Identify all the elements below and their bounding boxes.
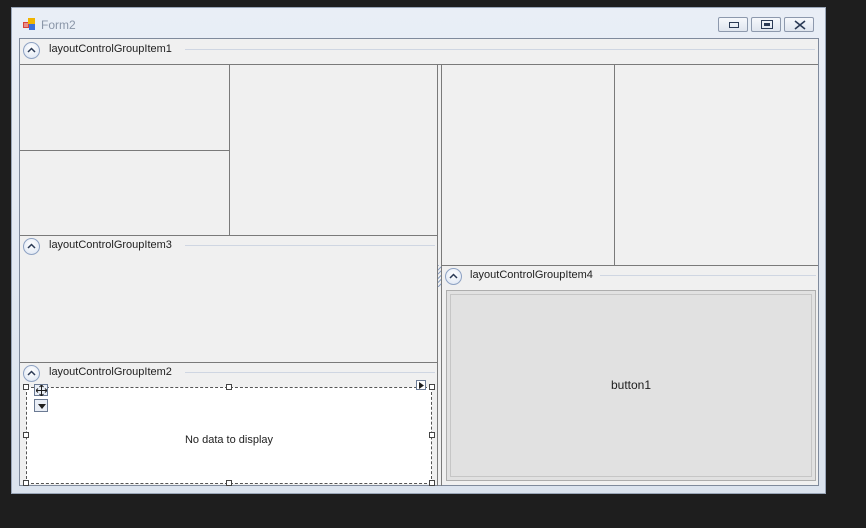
group-divider	[600, 275, 816, 276]
resize-handle[interactable]	[23, 432, 29, 438]
divider	[614, 65, 615, 265]
move-handle-icon[interactable]	[34, 384, 48, 396]
resize-handle[interactable]	[429, 480, 435, 486]
resize-handle[interactable]	[429, 432, 435, 438]
minimize-button[interactable]	[718, 17, 748, 32]
window-title: Form2	[41, 18, 76, 32]
group3-title: layoutControlGroupItem3	[49, 239, 172, 251]
grid-control[interactable]: No data to display	[26, 387, 432, 484]
resize-handle[interactable]	[23, 384, 29, 390]
layout-control: layoutControlGroupItem1 layoutControlGro…	[19, 38, 819, 486]
title-bar[interactable]: Form2	[12, 8, 825, 38]
group2-title: layoutControlGroupItem2	[49, 366, 172, 378]
maximize-button[interactable]	[751, 17, 781, 32]
group-divider	[185, 372, 435, 373]
resize-handle[interactable]	[23, 480, 29, 486]
group2-header[interactable]: layoutControlGroupItem2	[20, 362, 437, 386]
grid-empty-text: No data to display	[184, 434, 274, 446]
group4-title: layoutControlGroupItem4	[470, 269, 593, 281]
resize-handle[interactable]	[226, 480, 232, 486]
group-divider	[185, 49, 815, 50]
group4-header[interactable]: layoutControlGroupItem4	[442, 265, 818, 289]
divider	[229, 65, 230, 235]
divider	[20, 150, 229, 151]
button1[interactable]: button1	[446, 290, 816, 481]
collapse-icon[interactable]	[445, 268, 462, 285]
close-button[interactable]	[784, 17, 814, 32]
group1-title: layoutControlGroupItem1	[49, 43, 172, 55]
divider	[20, 64, 818, 65]
group3-header[interactable]: layoutControlGroupItem3	[20, 235, 437, 259]
collapse-icon[interactable]	[23, 42, 40, 59]
form-window: Form2 layoutControlGroupItem1 layoutCont…	[11, 7, 826, 494]
app-icon	[23, 18, 35, 30]
button1-label: button1	[610, 378, 652, 392]
group-divider	[185, 245, 435, 246]
smart-tag-arrow-icon[interactable]	[416, 380, 426, 390]
collapse-icon[interactable]	[23, 365, 40, 382]
splitter-handle[interactable]	[438, 265, 441, 287]
resize-handle[interactable]	[429, 384, 435, 390]
group1-header[interactable]: layoutControlGroupItem1	[20, 39, 818, 63]
collapse-icon[interactable]	[23, 238, 40, 255]
resize-handle[interactable]	[226, 384, 232, 390]
smart-tag-dropdown-icon[interactable]	[34, 399, 48, 412]
